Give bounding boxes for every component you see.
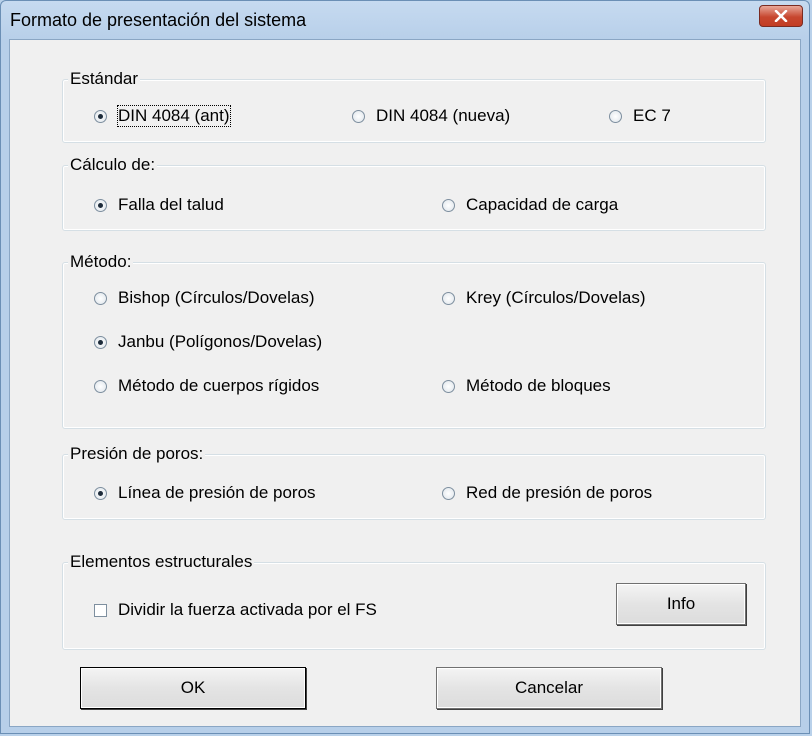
info-button[interactable]: Info [616,583,746,625]
radio-indicator[interactable] [94,379,107,393]
radio-label: Krey (Círculos/Dovelas) [466,288,646,307]
radio-indicator[interactable] [442,486,455,500]
radio-label: Red de presión de poros [466,483,653,502]
elementos-legend: Elementos estructurales [68,552,255,572]
radio-falla-talud[interactable]: Falla del talud [94,195,224,215]
ok-button-label: OK [180,678,206,697]
radio-indicator[interactable] [94,109,107,123]
radio-indicator[interactable] [442,379,455,393]
radio-red-presion[interactable]: Red de presión de poros [442,483,652,503]
radio-indicator[interactable] [352,109,365,123]
close-button[interactable] [759,5,803,27]
radio-ec7[interactable]: EC 7 [609,106,671,126]
radio-indicator[interactable] [442,291,455,305]
radio-label: Bishop (Círculos/Dovelas) [118,288,315,307]
window-title: Formato de presentación del sistema [10,10,307,30]
radio-indicator[interactable] [94,291,107,305]
radio-label: Método de bloques [466,376,611,395]
radio-cuerpos-rigidos[interactable]: Método de cuerpos rígidos [94,376,319,396]
radio-indicator[interactable] [94,198,107,212]
radio-label: Método de cuerpos rígidos [118,376,320,395]
radio-label: Capacidad de carga [466,195,619,214]
presion-legend: Presión de poros: [68,444,206,464]
presion-group: Presión de poros: [62,444,766,520]
radio-janbu[interactable]: Janbu (Polígonos/Dovelas) [94,332,322,352]
radio-din4084-nueva[interactable]: DIN 4084 (nueva) [352,106,510,126]
radio-indicator[interactable] [94,335,107,349]
radio-capacidad-carga[interactable]: Capacidad de carga [442,195,618,215]
radio-indicator[interactable] [442,198,455,212]
radio-indicator[interactable] [609,109,622,123]
radio-krey[interactable]: Krey (Círculos/Dovelas) [442,288,646,308]
checkbox-label: Dividir la fuerza activada por el FS [118,600,377,619]
radio-label: Línea de presión de poros [118,483,316,502]
info-button-label: Info [666,594,696,613]
checkbox-indicator[interactable] [94,603,107,617]
radio-label: Falla del talud [118,195,224,214]
radio-linea-presion[interactable]: Línea de presión de poros [94,483,316,503]
dialog-window: Formato de presentación del sistema Está… [0,0,810,734]
cancel-button-label: Cancelar [514,678,584,697]
cancel-button[interactable]: Cancelar [436,667,662,709]
checkbox-dividir-fuerza[interactable]: Dividir la fuerza activada por el FS [94,600,377,620]
radio-indicator[interactable] [94,486,107,500]
calculo-group: Cálculo de: [62,155,766,231]
ok-button[interactable]: OK [80,667,306,709]
estandar-legend: Estándar [68,69,141,89]
title-bar[interactable]: Formato de presentación del sistema [1,1,809,39]
dialog-client-area: Estándar DIN 4084 (ant) DIN 4084 (nueva)… [9,39,801,727]
radio-label: DIN 4084 (nueva) [376,106,511,125]
radio-label: Janbu (Polígonos/Dovelas) [118,332,323,351]
radio-label: DIN 4084 (ant) [117,105,231,127]
radio-label: EC 7 [633,106,671,125]
calculo-legend: Cálculo de: [68,155,158,175]
radio-bloques[interactable]: Método de bloques [442,376,611,396]
metodo-legend: Método: [68,252,134,272]
radio-bishop[interactable]: Bishop (Círculos/Dovelas) [94,288,315,308]
radio-din4084-ant[interactable]: DIN 4084 (ant) [94,105,231,127]
close-icon [774,10,788,22]
